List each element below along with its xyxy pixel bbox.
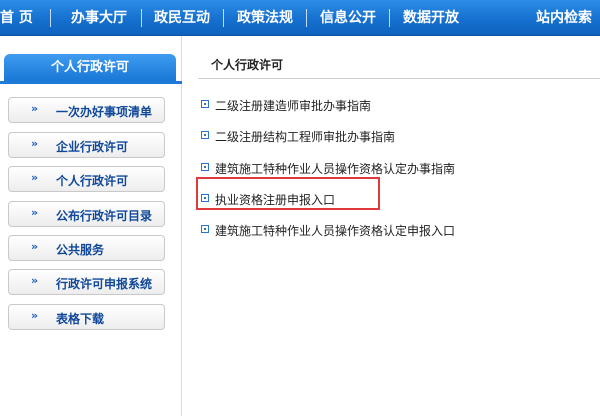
nav-site-search[interactable]: 站内检索 — [536, 0, 592, 36]
sidebar-item-one-stop-list[interactable]: » 一次办好事项清单 — [8, 97, 165, 123]
sidebar-item-enterprise-permit[interactable]: » 企业行政许可 — [8, 132, 165, 158]
sidebar-item-label: 一次办好事项清单 — [56, 105, 153, 119]
double-chevron-icon: » — [31, 274, 39, 287]
nav-open-data[interactable]: 数据开放 — [403, 0, 459, 36]
title-divider — [198, 78, 600, 79]
double-chevron-icon: » — [31, 240, 39, 253]
highlight-annotation-box — [196, 177, 380, 210]
list-item-link[interactable]: 建筑施工特种作业人员操作资格认定办事指南 — [215, 160, 455, 177]
nav-home[interactable]: 首 页 — [0, 0, 33, 36]
nav-divider — [389, 9, 390, 27]
nav-divider — [223, 9, 224, 27]
square-bullet-icon — [201, 163, 209, 171]
square-bullet-icon — [201, 225, 209, 233]
double-chevron-icon: » — [31, 309, 39, 322]
sidebar-item-permit-system[interactable]: » 行政许可申报系统 — [8, 269, 165, 295]
nav-policies[interactable]: 政策法规 — [237, 0, 293, 36]
sidebar-header: 个人行政许可 — [4, 54, 176, 81]
sidebar-item-permit-catalog[interactable]: » 公布行政许可目录 — [8, 201, 165, 227]
top-nav-bar: 首 页 办事大厅 政民互动 政策法规 信息公开 数据开放 站内检索 — [0, 0, 600, 36]
sidebar: 个人行政许可 » 一次办好事项清单 » 企业行政许可 » 个人行政许可 » 公布… — [0, 36, 182, 416]
double-chevron-icon: » — [31, 206, 39, 219]
double-chevron-icon: » — [31, 137, 39, 150]
square-bullet-icon — [201, 100, 209, 108]
sidebar-item-label: 公布行政许可目录 — [56, 209, 153, 223]
sidebar-header-underline — [0, 81, 182, 84]
list-item-link[interactable]: 二级注册建造师审批办事指南 — [215, 97, 371, 114]
sidebar-item-label: 行政许可申报系统 — [56, 277, 153, 291]
sidebar-item-personal-permit[interactable]: » 个人行政许可 — [8, 166, 165, 192]
sidebar-item-form-download[interactable]: » 表格下载 — [8, 304, 165, 330]
square-bullet-icon — [201, 131, 209, 139]
list-item-link[interactable]: 二级注册结构工程师审批办事指南 — [215, 128, 395, 145]
sidebar-item-label: 表格下载 — [56, 312, 105, 326]
sidebar-item-label: 企业行政许可 — [56, 140, 129, 154]
list-item-link[interactable]: 建筑施工特种作业人员操作资格认定申报入口 — [215, 222, 455, 239]
double-chevron-icon: » — [31, 102, 39, 115]
nav-info-disclosure[interactable]: 信息公开 — [320, 0, 376, 36]
nav-service-hall[interactable]: 办事大厅 — [71, 0, 127, 36]
sidebar-item-label: 公共服务 — [56, 243, 105, 257]
nav-divider — [141, 9, 142, 27]
main-content: 个人行政许可 二级注册建造师审批办事指南 二级注册结构工程师审批办事指南 建筑施… — [183, 36, 600, 416]
sidebar-item-label: 个人行政许可 — [56, 174, 129, 188]
nav-divider — [306, 9, 307, 27]
nav-interaction[interactable]: 政民互动 — [154, 0, 210, 36]
page-title: 个人行政许可 — [211, 58, 284, 72]
nav-divider — [50, 9, 51, 27]
double-chevron-icon: » — [31, 171, 39, 184]
sidebar-item-public-service[interactable]: » 公共服务 — [8, 235, 165, 261]
